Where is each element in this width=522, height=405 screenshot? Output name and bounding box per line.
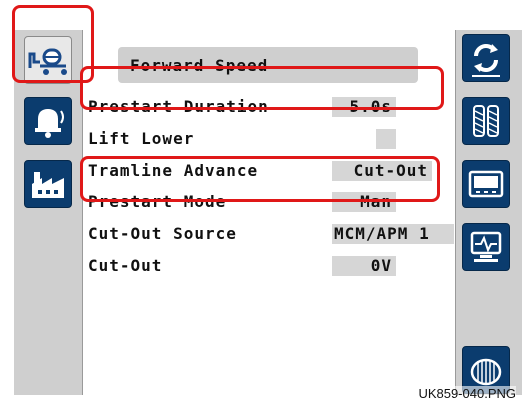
setting-row-prestart-duration: Prestart Duration 5.0s — [88, 95, 454, 119]
left-nav-rail — [14, 30, 83, 395]
diagnostics-monitor-icon — [470, 231, 502, 262]
tramline-nav-button[interactable] — [462, 97, 510, 145]
refresh-nav-button[interactable] — [462, 34, 510, 82]
setting-value-field[interactable]: 5.0s — [332, 97, 396, 117]
setting-label: Tramline Advance — [88, 161, 259, 180]
tractor-seeder-icon — [28, 48, 67, 75]
setting-label: Prestart Mode — [88, 192, 227, 211]
alarm-bell-icon — [35, 109, 64, 138]
setting-label: Cut-Out — [88, 256, 163, 275]
seed-drum-icon — [470, 358, 502, 386]
diagnostics-nav-button[interactable] — [462, 223, 510, 271]
tractor-seeder-nav-button[interactable] — [24, 36, 72, 84]
setting-value-field[interactable]: 0V — [332, 256, 396, 276]
setting-label: Cut-Out Source — [88, 224, 237, 243]
setting-row-tramline-advance: Tramline Advance Cut-Out — [88, 159, 454, 183]
setting-value-field[interactable]: Cut-Out — [332, 161, 432, 181]
tire-tracks-icon — [473, 105, 499, 137]
setting-row-lift-lower: Lift Lower — [88, 127, 454, 151]
setting-label: Prestart Duration — [88, 97, 269, 116]
setting-value-field[interactable]: MCM/APM 1 — [332, 224, 454, 244]
page-title: Forward Speed — [118, 47, 418, 83]
factory-icon — [32, 172, 64, 198]
right-nav-rail — [455, 30, 522, 395]
image-caption: UK859-040.PNG — [418, 386, 516, 401]
setting-value-field[interactable]: Man — [332, 192, 396, 212]
setting-row-prestart-mode: Prestart Mode Man — [88, 190, 454, 214]
display-nav-button[interactable] — [462, 160, 510, 208]
display-terminal-icon — [468, 170, 504, 198]
refresh-cycle-icon — [472, 44, 500, 77]
setting-row-cut-out-source: Cut-Out Source MCM/APM 1 — [88, 222, 454, 246]
factory-nav-button[interactable] — [24, 160, 72, 208]
lift-lower-checkbox[interactable] — [376, 129, 396, 149]
setting-row-cut-out: Cut-Out 0V — [88, 254, 454, 278]
alarms-nav-button[interactable] — [24, 97, 72, 145]
setting-label: Lift Lower — [88, 129, 195, 148]
